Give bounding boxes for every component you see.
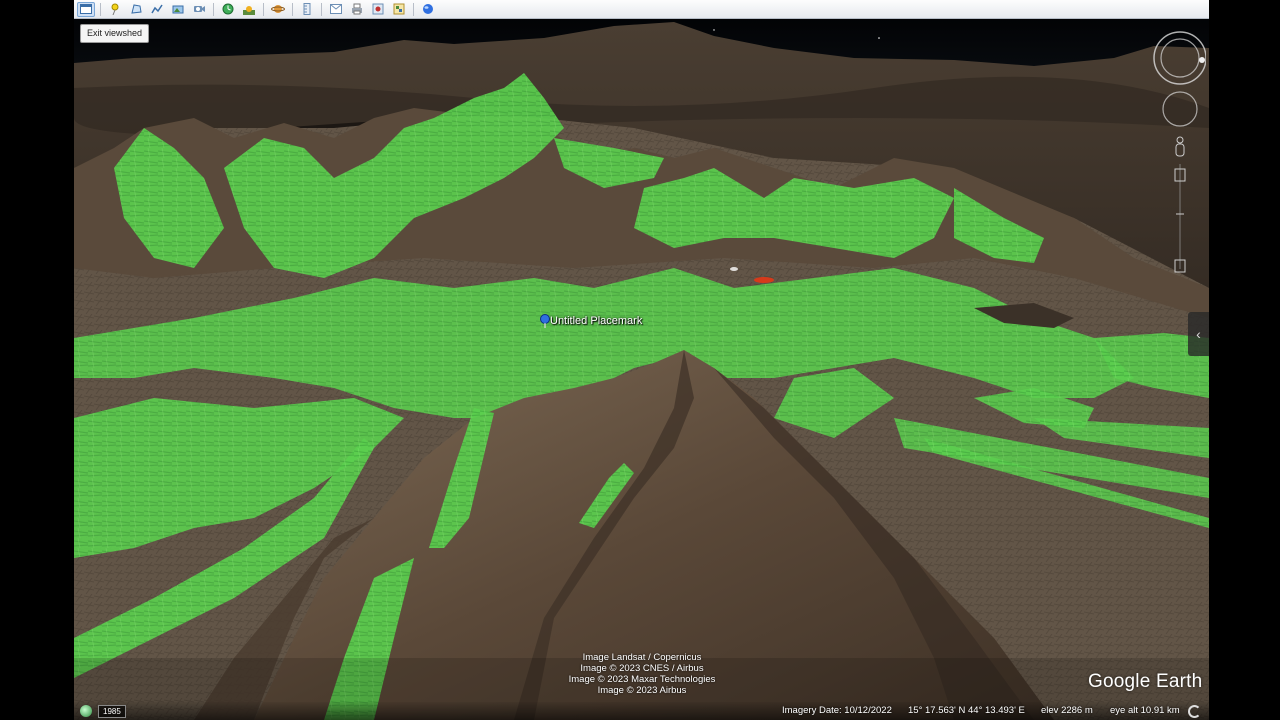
ruler-icon [303, 3, 311, 15]
toolbar-separator [213, 2, 214, 16]
record-tour-button[interactable] [190, 2, 208, 17]
add-overlay-button[interactable] [169, 2, 187, 17]
look-joystick-icon[interactable] [1153, 31, 1206, 85]
eye-altitude-readout: eye alt 10.91 km [1110, 705, 1180, 716]
exit-viewshed-button[interactable]: Exit viewshed [80, 24, 150, 43]
toolbar-separator [263, 2, 264, 16]
3d-terrain-view[interactable] [74, 18, 1209, 720]
toolbar-separator [321, 2, 322, 16]
earth-gallery-button[interactable] [419, 2, 437, 17]
google-earth-logo: Google Earth [1088, 671, 1203, 692]
polygon-icon [131, 4, 142, 14]
zoom-slider-icon[interactable] [1174, 164, 1186, 273]
sun-icon [243, 6, 255, 15]
historical-year-badge[interactable]: 1985 [98, 705, 126, 718]
status-bar: 1985 Imagery Date: 10/12/2022 15° 17.563… [74, 702, 1209, 720]
move-joystick-icon[interactable] [1162, 91, 1198, 127]
toolbar-separator [100, 2, 101, 16]
google-earth-window: Exit viewshed Untitled Placemark ‹ Image… [74, 0, 1209, 720]
sidebar-toggle-button[interactable] [77, 1, 95, 17]
add-polygon-button[interactable] [127, 2, 145, 17]
pegman-icon[interactable] [1175, 136, 1185, 157]
attribution-line: Image © 2023 Maxar Technologies [568, 674, 716, 685]
historical-imagery-button[interactable] [219, 2, 237, 17]
elevation-readout: elev 2286 m [1041, 705, 1093, 716]
collapse-panel-tab[interactable]: ‹ [1188, 312, 1209, 356]
print-button[interactable] [348, 2, 366, 17]
placemark-pin-icon[interactable] [540, 314, 550, 328]
add-path-button[interactable] [148, 2, 166, 17]
toolbar-separator [292, 2, 293, 16]
globe-icon [423, 4, 433, 14]
toolbar [74, 0, 1209, 19]
add-placemark-button[interactable] [106, 2, 124, 17]
clock-icon [222, 3, 234, 15]
chevron-left-icon: ‹ [1196, 326, 1201, 342]
attribution-line: Image © 2023 CNES / Airbus [580, 663, 704, 674]
save-image-icon [372, 3, 384, 15]
navigation-controls [1153, 31, 1206, 273]
imagery-attribution: Image Landsat / Copernicus Image © 2023 … [552, 652, 732, 696]
planet-icon [271, 5, 285, 13]
imagery-date: Imagery Date: 10/12/2022 [782, 705, 892, 716]
map-icon [393, 3, 405, 15]
right-black-border [1209, 0, 1280, 720]
save-image-button[interactable] [369, 2, 387, 17]
pushpin-icon [111, 3, 119, 15]
coordinates-readout: 15° 17.563' N 44° 13.493' E [908, 705, 1025, 716]
envelope-icon [330, 4, 342, 14]
sidebar-icon [80, 4, 92, 14]
path-icon [151, 4, 163, 14]
attribution-line: Image Landsat / Copernicus [582, 652, 702, 663]
streaming-progress-icon [1188, 705, 1201, 718]
sunlight-button[interactable] [240, 2, 258, 17]
printer-icon [352, 3, 362, 15]
attribution-line: Image © 2023 Airbus [597, 685, 687, 696]
toolbar-separator [413, 2, 414, 16]
planets-button[interactable] [269, 2, 287, 17]
left-black-border [0, 0, 74, 720]
email-button[interactable] [327, 2, 345, 17]
image-overlay-icon [172, 5, 184, 14]
tour-camera-icon [194, 6, 205, 12]
placemark-label[interactable]: Untitled Placemark [550, 315, 642, 327]
ruler-button[interactable] [298, 2, 316, 17]
historical-imagery-icon[interactable] [80, 705, 92, 717]
view-in-maps-button[interactable] [390, 2, 408, 17]
